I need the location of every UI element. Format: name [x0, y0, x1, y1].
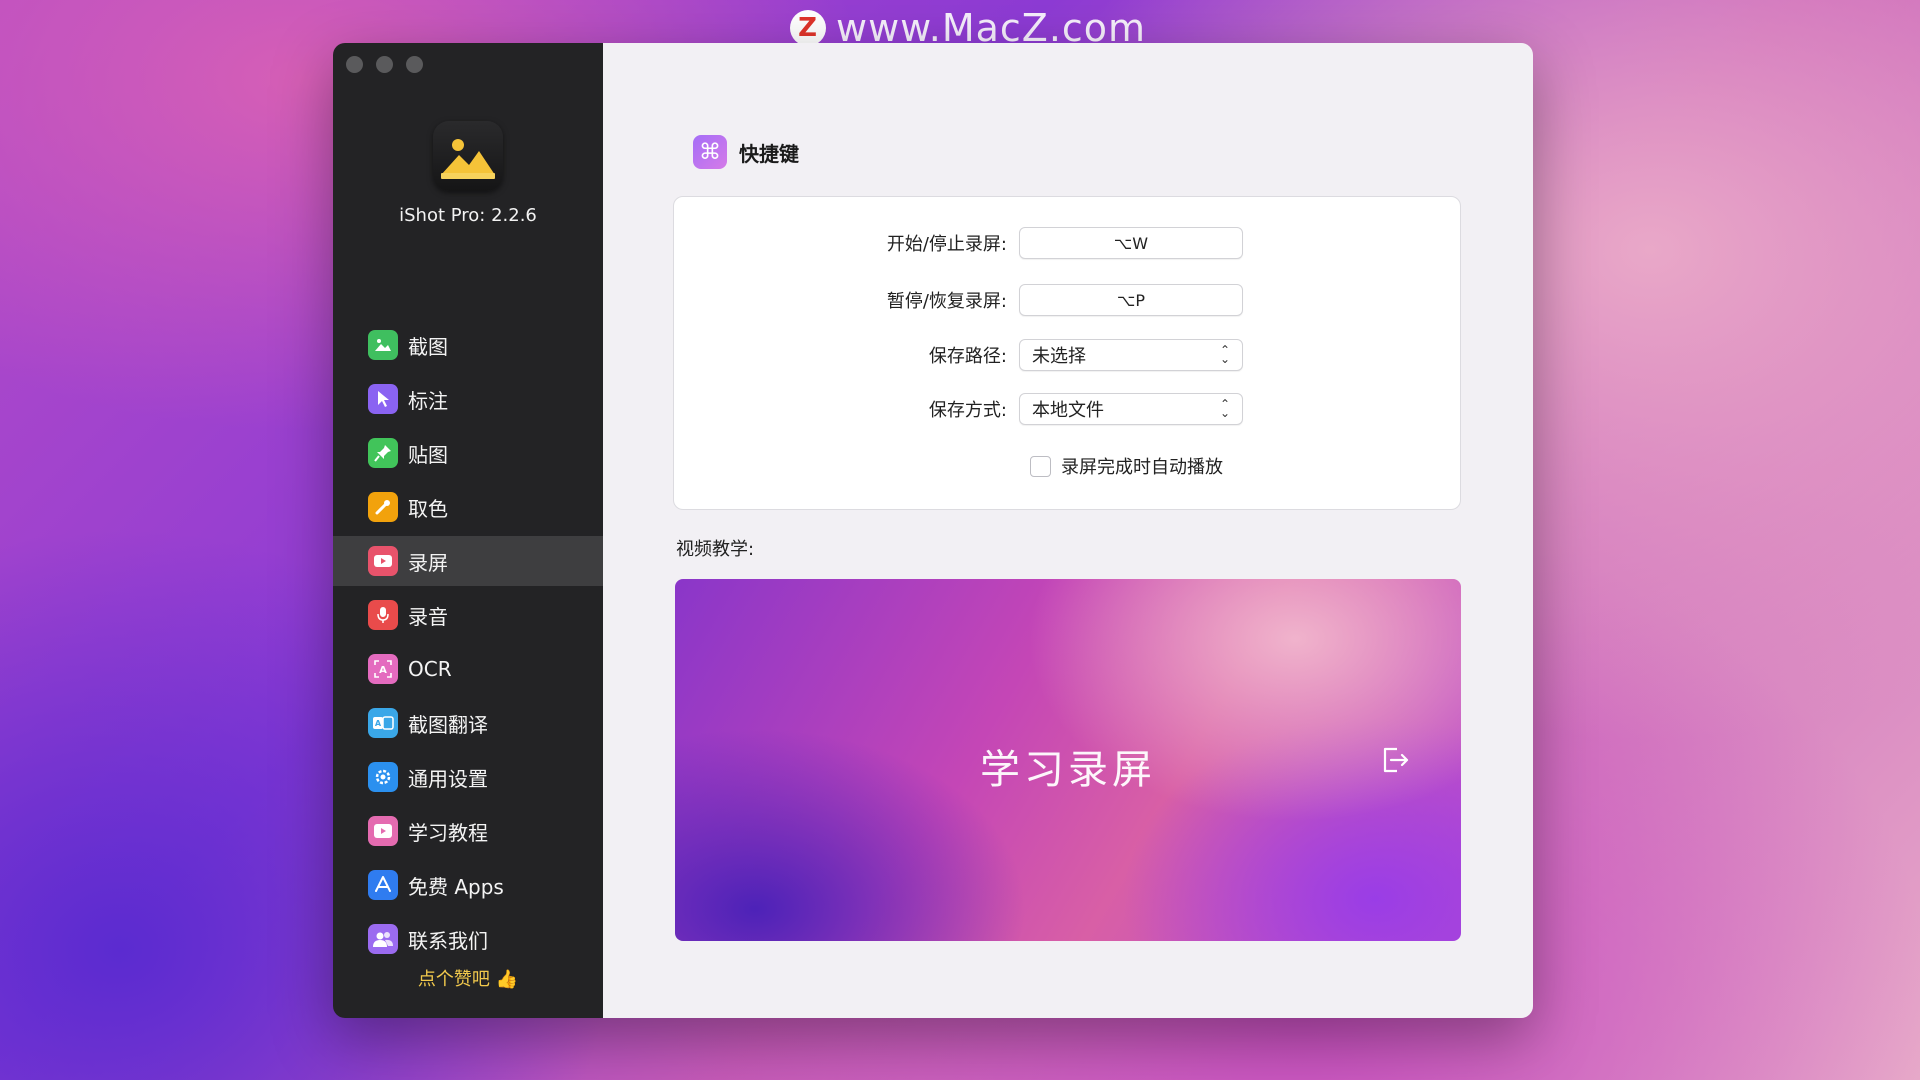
autoplay-checkbox[interactable] [1030, 455, 1051, 477]
main-content: ⌘ 快捷键 开始/停止录屏: ⌥W 暂停/恢复录屏: ⌥P 保存路径: 未选择 … [603, 43, 1533, 1018]
sidebar-item-contact-us[interactable]: 联系我们 [333, 914, 603, 964]
save-mode-select[interactable]: 本地文件 ⌃ ⌄ [1019, 393, 1243, 425]
video-tutorial-card[interactable]: 学习录屏 [675, 579, 1461, 941]
sidebar-item-label: 截图 [408, 334, 448, 359]
start-stop-row: 开始/停止录屏: ⌥W [674, 227, 1462, 259]
zoom-window-button[interactable] [406, 56, 423, 73]
sidebar-item-general-settings[interactable]: 通用设置 [333, 752, 603, 802]
svg-text:A: A [379, 665, 387, 676]
save-path-row: 保存路径: 未选择 ⌃ ⌄ [674, 339, 1462, 371]
video-tutorial-label: 视频教学: [676, 539, 755, 560]
open-external-icon[interactable] [1377, 743, 1411, 777]
autoplay-label: 录屏完成时自动播放 [1061, 457, 1223, 478]
save-mode-value: 本地文件 [1032, 400, 1104, 421]
tutorial-icon [368, 816, 398, 846]
sidebar-item-label: 录屏 [408, 550, 448, 575]
chevron-up-down-icon: ⌃ ⌄ [1219, 343, 1230, 366]
translate-icon: A [368, 708, 398, 738]
sidebar-item-tutorials[interactable]: 学习教程 [333, 806, 603, 856]
command-key-icon: ⌘ [693, 135, 727, 169]
sidebar-item-audio-record[interactable]: 录音 [333, 590, 603, 640]
window-controls [346, 56, 423, 73]
like-link[interactable]: 点个赞吧 👍 [333, 965, 603, 991]
sidebar-item-annotate[interactable]: 标注 [333, 374, 603, 424]
sidebar-item-label: 标注 [408, 388, 448, 413]
section-header: ⌘ 快捷键 [693, 135, 799, 169]
minimize-window-button[interactable] [376, 56, 393, 73]
save-path-select[interactable]: 未选择 ⌃ ⌄ [1019, 339, 1243, 371]
sidebar-item-free-apps[interactable]: 免费 Apps [333, 860, 603, 910]
sidebar-item-pin[interactable]: 贴图 [333, 428, 603, 478]
gear-icon [368, 762, 398, 792]
svg-text:A: A [375, 719, 382, 728]
ocr-icon: A [368, 654, 398, 684]
microphone-icon [368, 600, 398, 630]
save-path-value: 未选择 [1032, 346, 1086, 367]
save-mode-row: 保存方式: 本地文件 ⌃ ⌄ [674, 393, 1462, 425]
start-stop-shortcut-field[interactable]: ⌥W [1019, 227, 1243, 259]
sidebar-item-label: 免费 Apps [408, 874, 504, 899]
sidebar-item-label: 学习教程 [408, 820, 488, 845]
start-stop-label: 开始/停止录屏: [886, 234, 1007, 255]
video-title: 学习录屏 [980, 747, 1156, 793]
pointer-icon [368, 384, 398, 414]
sidebar-item-label: 截图翻译 [408, 712, 488, 737]
video-record-icon [368, 546, 398, 576]
app-version-title: iShot Pro: 2.2.6 [399, 205, 537, 226]
eyedropper-icon [368, 492, 398, 522]
appstore-icon [368, 870, 398, 900]
close-window-button[interactable] [346, 56, 363, 73]
macz-logo-icon: Z [790, 10, 826, 46]
autoplay-option[interactable]: 录屏完成时自动播放 [1030, 453, 1223, 479]
sidebar: iShot Pro: 2.2.6 截图 标注 贴图 取色 录屏 录音 A OCR… [333, 43, 603, 1018]
save-mode-label: 保存方式: [928, 400, 1007, 421]
sidebar-item-screen-record[interactable]: 录屏 [333, 536, 603, 586]
sidebar-item-label: 通用设置 [408, 766, 488, 791]
app-logo-icon [433, 121, 503, 191]
sidebar-item-label: 录音 [408, 604, 448, 629]
sidebar-nav: 截图 标注 贴图 取色 录屏 录音 A OCR A 截图翻译 通用设置 学习教程… [333, 320, 603, 968]
pause-resume-shortcut-field[interactable]: ⌥P [1019, 284, 1243, 316]
pause-resume-label: 暂停/恢复录屏: [886, 291, 1007, 312]
pause-resume-row: 暂停/恢复录屏: ⌥P [674, 284, 1462, 316]
chevron-up-down-icon: ⌃ ⌄ [1219, 397, 1230, 420]
sidebar-item-ocr[interactable]: A OCR [333, 644, 603, 694]
sidebar-item-label: 取色 [408, 496, 448, 521]
app-window: iShot Pro: 2.2.6 截图 标注 贴图 取色 录屏 录音 A OCR… [333, 43, 1533, 1018]
shortcut-settings-panel: 开始/停止录屏: ⌥W 暂停/恢复录屏: ⌥P 保存路径: 未选择 ⌃ ⌄ 保存方… [673, 196, 1461, 510]
landscape-icon [368, 330, 398, 360]
sidebar-item-label: OCR [408, 657, 452, 681]
section-title: 快捷键 [739, 141, 799, 166]
sidebar-item-color-picker[interactable]: 取色 [333, 482, 603, 532]
sidebar-item-screenshot-translate[interactable]: A 截图翻译 [333, 698, 603, 748]
sidebar-item-label: 贴图 [408, 442, 448, 467]
pin-icon [368, 438, 398, 468]
contacts-icon [368, 924, 398, 954]
save-path-label: 保存路径: [928, 346, 1007, 367]
sidebar-item-label: 联系我们 [408, 928, 488, 953]
sidebar-item-screenshot[interactable]: 截图 [333, 320, 603, 370]
